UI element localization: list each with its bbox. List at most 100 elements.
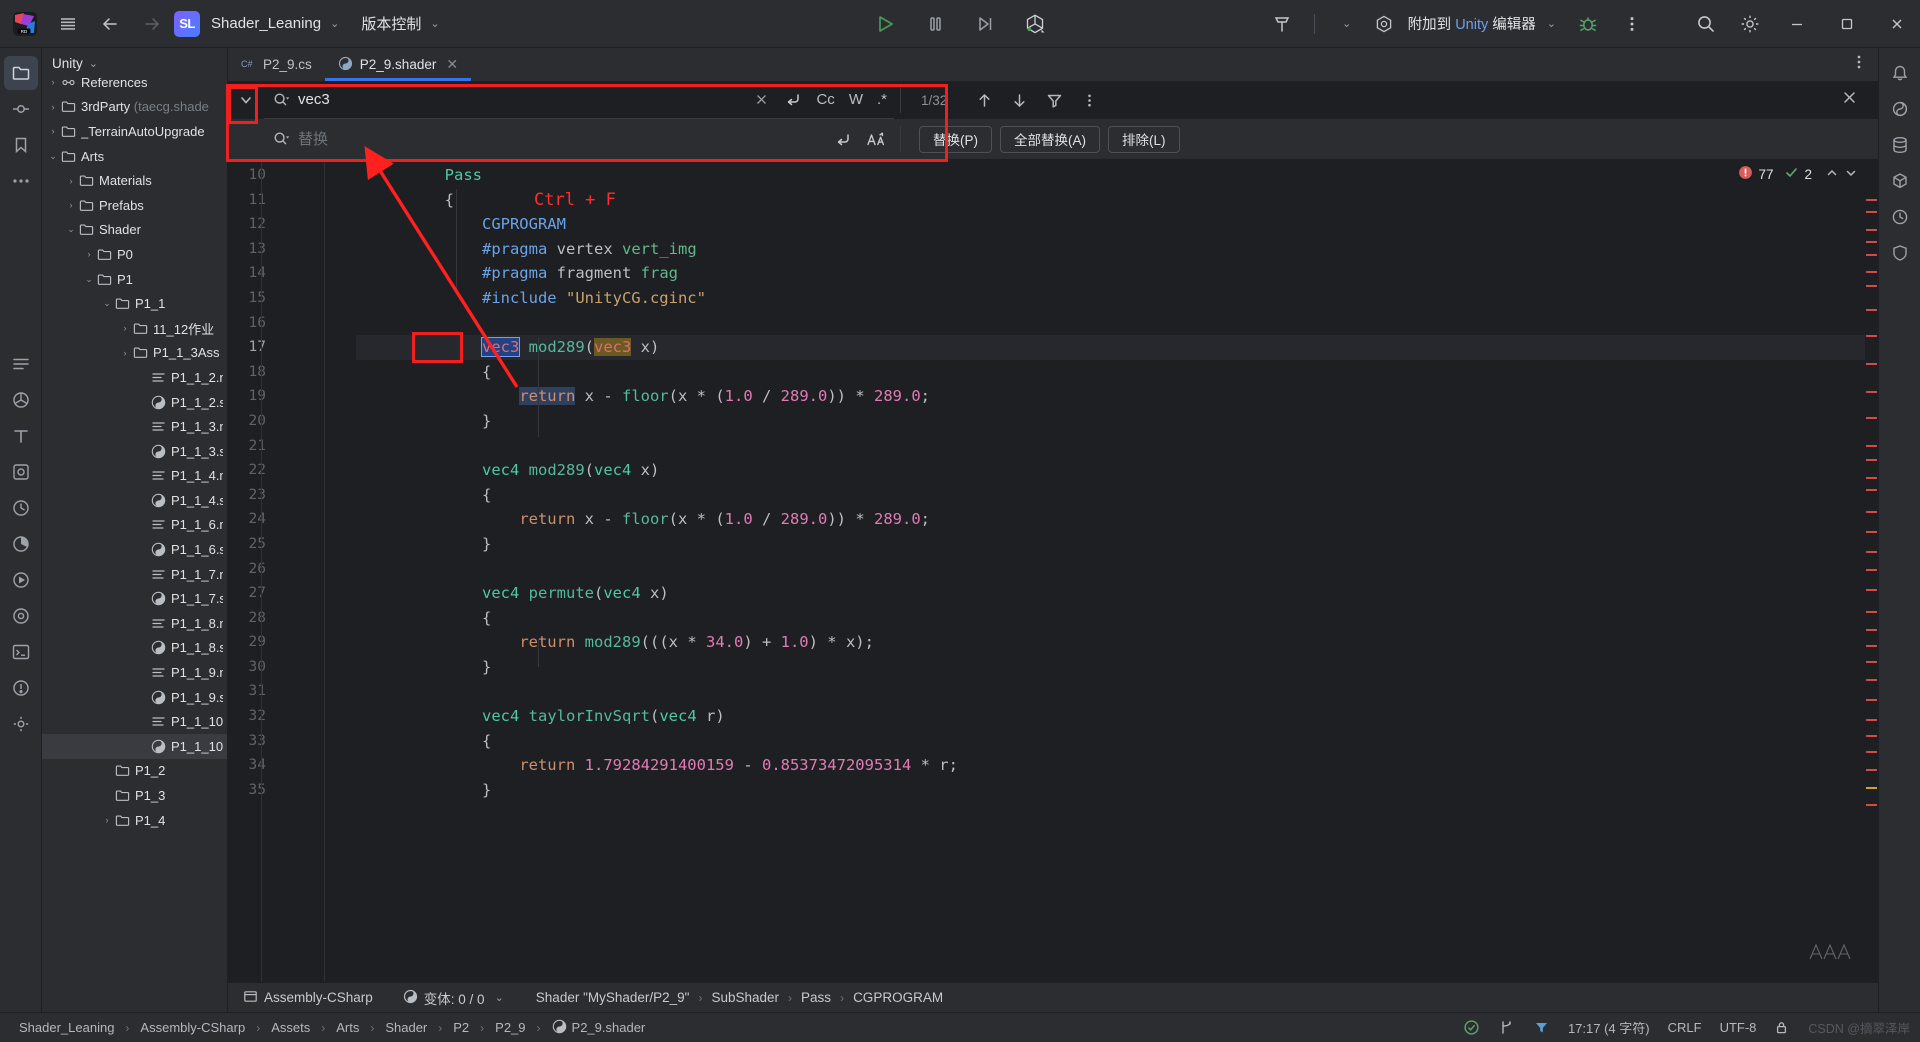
tree-item[interactable]: P1_1_4.shader <box>42 488 227 513</box>
line-number[interactable]: 31 <box>228 679 356 704</box>
code-line[interactable]: { <box>356 360 1865 385</box>
sidebar-item-unity[interactable] <box>4 383 38 417</box>
vcs-widget-label[interactable]: 版本控制 <box>361 13 421 34</box>
close-button[interactable] <box>1874 0 1920 48</box>
notifications-bell-icon[interactable] <box>1883 56 1917 90</box>
sidebar-item-project[interactable] <box>3 56 38 90</box>
whole-words-toggle[interactable]: W <box>842 81 870 118</box>
path-file[interactable]: P2_9.shader <box>543 1019 655 1037</box>
line-number[interactable]: 17 <box>228 335 356 360</box>
chevron-right-icon[interactable]: › <box>100 815 114 825</box>
minimize-button[interactable] <box>1774 0 1820 48</box>
code-line[interactable]: } <box>356 532 1865 557</box>
search-dropdown-icon[interactable] <box>264 91 298 109</box>
sidebar-item-settings[interactable] <box>4 707 38 741</box>
close-find-panel-icon[interactable] <box>1821 89 1878 111</box>
project-chevron-down-icon[interactable]: ⌄ <box>330 17 339 30</box>
code-line[interactable]: return 1.79284291400159 - 0.853734720953… <box>356 753 1865 778</box>
tree-item[interactable]: P1_2 <box>42 759 227 784</box>
error-stripe-mark[interactable] <box>1866 335 1877 337</box>
gear-icon[interactable] <box>1730 4 1770 44</box>
code-line[interactable]: { <box>356 606 1865 631</box>
breadcrumb-item[interactable]: Pass <box>794 990 838 1005</box>
chevron-right-icon[interactable]: › <box>82 249 96 259</box>
error-stripe-mark[interactable] <box>1866 285 1877 287</box>
error-stripe-mark[interactable] <box>1866 769 1877 771</box>
tree-item[interactable]: P1_1_6.shader <box>42 537 227 562</box>
error-stripe-mark[interactable] <box>1866 241 1877 243</box>
error-stripe-mark[interactable] <box>1866 804 1877 806</box>
build-chevron-down-icon[interactable]: ⌄ <box>1327 4 1367 44</box>
code-line[interactable]: return mod289(((x * 34.0) + 1.0) * x); <box>356 630 1865 655</box>
unity-logo-icon[interactable] <box>1015 4 1055 44</box>
breadcrumb-item[interactable]: SubShader <box>704 990 786 1005</box>
tree-item[interactable]: P1_1_8.shader <box>42 636 227 661</box>
error-stripe-mark[interactable] <box>1866 309 1877 311</box>
line-number[interactable]: 25 <box>228 532 356 557</box>
tree-item[interactable]: P1_1_3.shader <box>42 439 227 464</box>
tree-item[interactable]: P1_1_3.mat <box>42 414 227 439</box>
error-stripe-mark[interactable] <box>1866 199 1877 201</box>
error-stripe-mark[interactable] <box>1866 511 1877 513</box>
line-number[interactable]: 24 <box>228 507 356 532</box>
pause-icon[interactable] <box>915 4 955 44</box>
sidebar-item-timeline[interactable] <box>4 491 38 525</box>
tree-item[interactable]: P1_1_7.shader <box>42 586 227 611</box>
error-stripe-mark[interactable] <box>1866 459 1877 461</box>
project-view-header[interactable]: Unity ⌄ <box>42 48 227 78</box>
maximize-button[interactable] <box>1824 0 1870 48</box>
error-stripe-gutter[interactable] <box>1865 159 1878 982</box>
run-play-icon[interactable] <box>865 4 905 44</box>
sidebar-item-build[interactable] <box>4 599 38 633</box>
path-segment[interactable]: Shader_Leaning <box>10 1020 123 1035</box>
sidebar-item-more[interactable] <box>4 164 38 198</box>
tree-item[interactable]: P1_1_4.mat <box>42 464 227 489</box>
chevron-right-icon[interactable]: › <box>64 200 78 210</box>
line-number[interactable]: 19 <box>228 384 356 409</box>
history-icon[interactable] <box>1883 200 1917 234</box>
code-content[interactable]: Pass { CGPROGRAM #pragma vertex vert_img… <box>356 159 1865 982</box>
tree-item[interactable]: › Materials <box>42 168 227 193</box>
match-case-toggle[interactable]: Cc <box>809 81 841 118</box>
path-segment[interactable]: Shader <box>376 1020 436 1035</box>
more-vertical-icon[interactable] <box>1612 4 1652 44</box>
search-icon[interactable] <box>1686 4 1726 44</box>
funnel-icon[interactable] <box>1524 1019 1559 1036</box>
branch-icon[interactable] <box>1489 1019 1524 1036</box>
line-number[interactable]: 30 <box>228 655 356 680</box>
code-line[interactable]: vec3 mod289(vec3 x) <box>356 335 1865 360</box>
tree-item[interactable]: P1_1_9.shader <box>42 685 227 710</box>
caret-position[interactable]: 17:17 (4 字符) <box>1559 1018 1659 1037</box>
line-number-gutter[interactable]: 10 11 12 13 14 15 16 17 18 19 20 21 22 23 24 25 26 27 28 29… <box>228 159 356 982</box>
error-stripe-mark[interactable] <box>1866 363 1877 365</box>
assembly-widget[interactable]: Assembly-CSharp <box>236 989 380 1007</box>
chevron-up-icon[interactable] <box>1825 166 1839 183</box>
attach-to-unity-label[interactable]: 附加到 Unity 编辑器 <box>1408 13 1536 34</box>
inspection-widget[interactable]: 77 2 <box>1738 165 1858 183</box>
error-stripe-mark[interactable] <box>1866 629 1877 631</box>
path-segment[interactable]: P2_9 <box>486 1020 534 1035</box>
error-stripe-mark[interactable] <box>1866 569 1877 571</box>
replace-input[interactable] <box>298 130 826 148</box>
chevron-right-icon[interactable]: › <box>46 102 60 112</box>
error-stripe-mark[interactable] <box>1866 445 1877 447</box>
sidebar-item-profiler[interactable] <box>4 527 38 561</box>
tree-item[interactable]: › References <box>42 78 227 95</box>
code-line[interactable]: { <box>356 729 1865 754</box>
line-number[interactable]: 18 <box>228 360 356 385</box>
replace-all-button[interactable]: 全部替换(A) <box>1000 125 1100 153</box>
line-number[interactable]: 10 <box>228 163 356 188</box>
tree-item[interactable]: › Prefabs <box>42 193 227 218</box>
tree-item[interactable]: › P1_4 <box>42 808 227 833</box>
line-number[interactable]: 13 <box>228 237 356 262</box>
tree-item[interactable]: P1_1_10.mat <box>42 709 227 734</box>
tree-item[interactable]: ⌄ P1 <box>42 267 227 292</box>
path-segment[interactable]: P2 <box>444 1020 478 1035</box>
chevron-right-icon[interactable]: › <box>46 126 60 136</box>
chevron-right-icon[interactable]: › <box>64 176 78 186</box>
project-tree[interactable]: › References › 3rdParty (taecg.shade › _Terra… <box>42 78 227 1012</box>
line-number[interactable]: 35 <box>228 778 356 803</box>
chevron-down-icon[interactable]: ⌄ <box>46 151 60 162</box>
search-input[interactable] <box>298 91 748 108</box>
regex-toggle[interactable]: .* <box>870 81 894 118</box>
